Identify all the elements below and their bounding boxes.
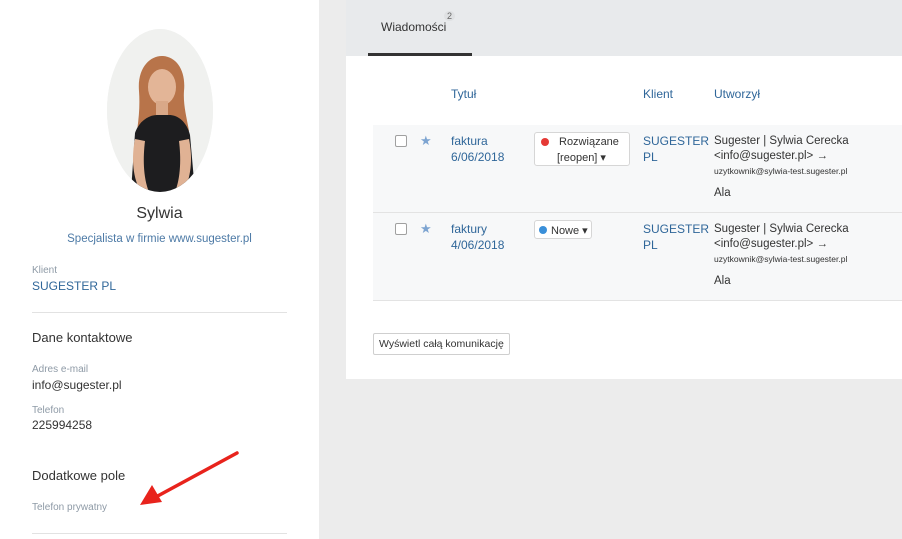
status-reopen-label: [reopen] ▾: [557, 152, 606, 164]
created-by-cell: Sugester | Sylwia Cerecka <info@sugester…: [714, 134, 899, 201]
phone-value: 225994258: [32, 418, 93, 432]
recipient-email: uzytkownik@sylwia-test.sugester.pl: [714, 166, 848, 176]
status-dot-icon: [539, 226, 547, 234]
star-icon[interactable]: ★: [420, 134, 432, 147]
message-title-link[interactable]: faktury 4/06/2018: [451, 221, 504, 253]
tab-messages-label: Wiadomości: [381, 20, 447, 34]
client-label: Klient: [32, 265, 58, 276]
table-row[interactable]: ★ faktura 6/06/2018 Rozwiązane [reopen] …: [373, 125, 902, 213]
contact-role: Specjalista w firmie www.sugester.pl: [67, 233, 252, 245]
sender-name: Sugester | Sylwia Cerecka: [714, 135, 849, 147]
status-dot-icon: [541, 138, 549, 146]
column-header-client[interactable]: Klient: [643, 87, 673, 101]
tab-bar: Wiadomości 2: [346, 0, 902, 56]
sender-name: Sugester | Sylwia Cerecka: [714, 223, 849, 235]
email-value: info@sugester.pl: [32, 378, 122, 392]
client-link[interactable]: SUGESTER PL: [32, 279, 116, 293]
client-link[interactable]: SUGESTER PL: [643, 133, 709, 165]
message-title-link[interactable]: faktura 6/06/2018: [451, 133, 504, 165]
message-title: faktury: [451, 222, 488, 236]
row-checkbox[interactable]: [395, 223, 407, 235]
extra-field-heading: Dodatkowe pole: [32, 468, 126, 483]
sender-email: <info@sugester.pl> →: [714, 150, 828, 162]
created-by-cell: Sugester | Sylwia Cerecka <info@sugester…: [714, 222, 899, 289]
status-label: Nowe ▾: [551, 225, 588, 237]
assignee-name: Ala: [714, 187, 731, 199]
phone-label: Telefon: [32, 405, 65, 416]
client-name-part: SUGESTER: [643, 222, 710, 236]
contact-profile-panel: Sylwia Specjalista w firmie www.sugester…: [0, 0, 319, 539]
client-name-part: SUGESTER: [643, 134, 710, 148]
email-label: Adres e-mail: [32, 364, 89, 375]
status-dropdown[interactable]: Nowe ▾: [534, 220, 592, 239]
private-phone-label: Telefon prywatny: [32, 502, 108, 513]
recipient-email: uzytkownik@sylwia-test.sugester.pl: [714, 254, 848, 264]
column-header-title[interactable]: Tytuł: [451, 87, 476, 101]
message-title: faktura: [451, 134, 488, 148]
row-checkbox[interactable]: [395, 135, 407, 147]
assignee-name: Ala: [714, 275, 731, 287]
client-link[interactable]: SUGESTER PL: [643, 221, 709, 253]
client-name-part: PL: [643, 150, 658, 164]
column-header-created-by[interactable]: Utworzył: [714, 87, 760, 101]
contact-details-heading: Dane kontaktowe: [32, 330, 133, 345]
status-label: Rozwiązane: [559, 136, 619, 148]
table-row[interactable]: ★ faktury 4/06/2018 Nowe ▾ SUGESTER PL S…: [373, 213, 902, 301]
divider: [32, 533, 287, 534]
message-date: 6/06/2018: [451, 150, 505, 164]
tab-messages[interactable]: Wiadomości 2: [368, 0, 472, 56]
divider: [32, 312, 287, 313]
annotation-arrow-icon: [140, 451, 239, 505]
client-name-part: PL: [643, 238, 658, 252]
message-date: 4/06/2018: [451, 238, 505, 252]
star-icon[interactable]: ★: [420, 222, 432, 235]
show-all-communication-button[interactable]: Wyświetl całą komunikację: [373, 333, 510, 355]
contact-name: Sylwia: [136, 205, 183, 222]
status-dropdown[interactable]: Rozwiązane [reopen] ▾: [534, 132, 630, 166]
tab-messages-count-badge: 2: [444, 11, 456, 21]
avatar: [107, 29, 213, 192]
sender-email: <info@sugester.pl> →: [714, 238, 828, 250]
avatar-photo: [107, 29, 213, 192]
